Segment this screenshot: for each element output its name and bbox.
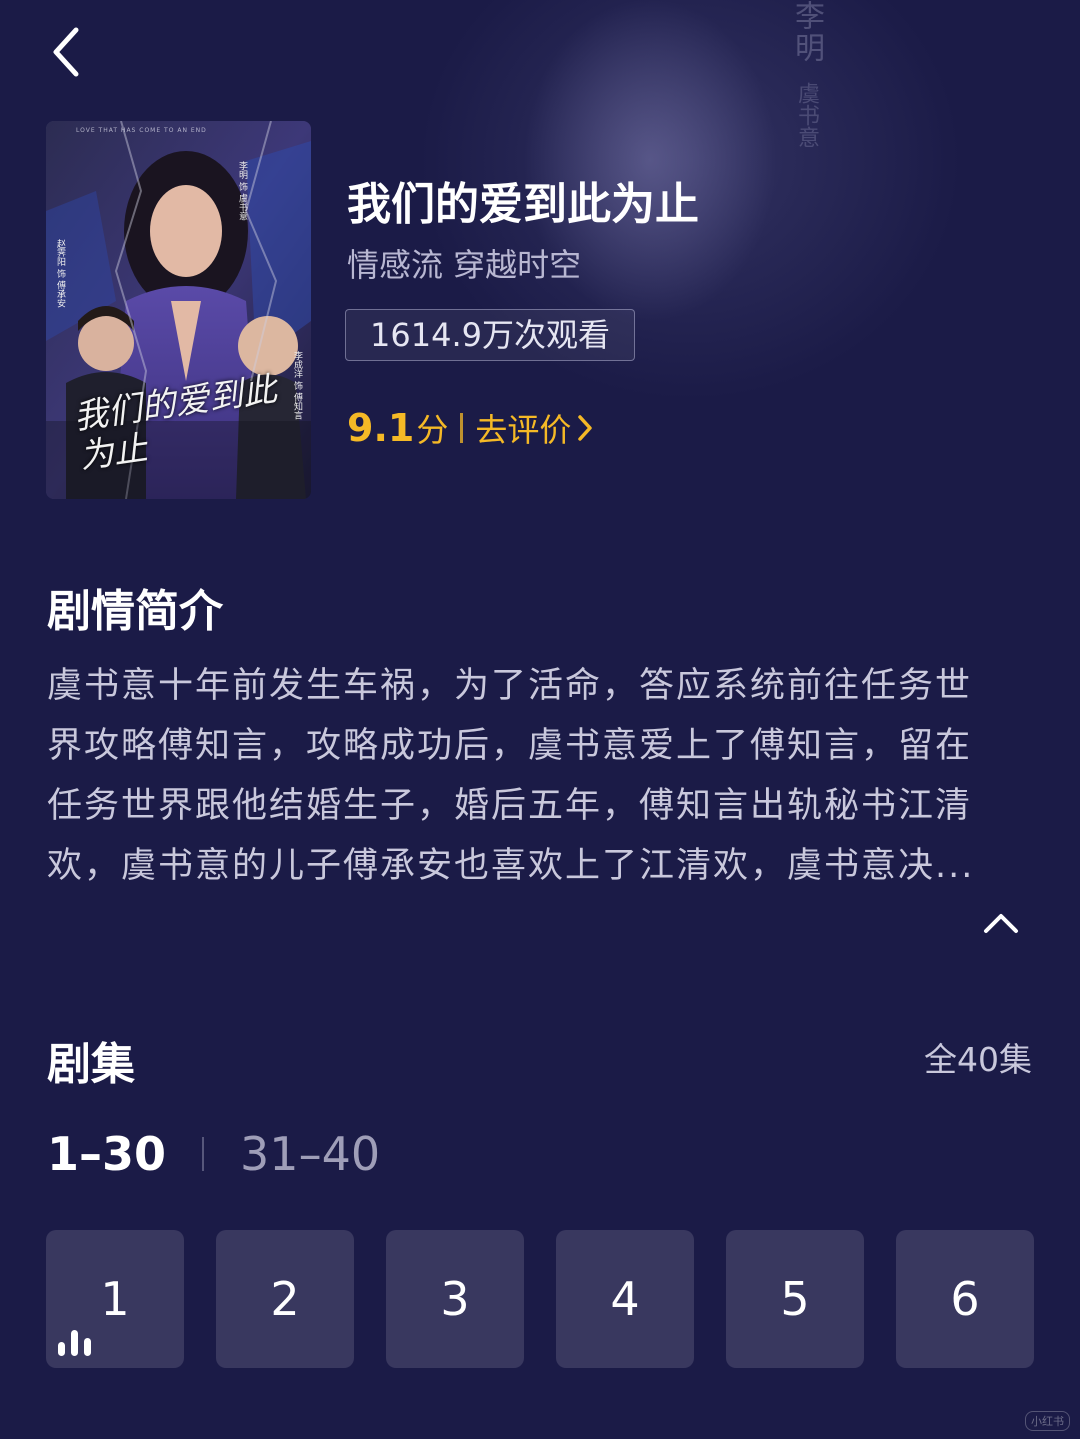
rate-button[interactable]: 去评价 [475,405,593,451]
episode-number: 5 [780,1272,810,1326]
watermark: 小红书 [1025,1411,1070,1431]
range-tab-31-40[interactable]: 31–40 [240,1127,380,1181]
chevron-up-icon [984,914,1018,933]
episode-button-1[interactable]: 1 [46,1230,184,1368]
view-count-badge: 1614.9万次观看 [345,309,635,361]
episode-button-2[interactable]: 2 [216,1230,354,1368]
range-tab-1-30[interactable]: 1–30 [47,1127,166,1181]
chevron-right-icon [578,415,593,441]
background-vertical-text-2: 虞书意 [794,82,819,148]
background-vertical-text: 李明 [789,0,824,64]
poster-top-credits: LOVE THAT HAS COME TO AN END [76,127,207,134]
episode-number: 6 [950,1272,980,1326]
episode-button-6[interactable]: 6 [896,1230,1034,1368]
drama-title: 我们的爱到此为止 [347,179,699,230]
rating-score: 9.1 [347,406,415,450]
synopsis-text[interactable]: 虞书意十年前发生车祸，为了活命，答应系统前往任务世界攻略傅知言，攻略成功后，虞书… [47,656,1007,896]
episode-range-tabs: 1–30 31–40 [47,1122,380,1186]
synopsis-heading: 剧情简介 [47,586,223,637]
chevron-left-icon [53,27,79,77]
episode-grid: 1 2 3 4 5 6 [46,1230,1034,1368]
episodes-heading: 剧集 [47,1039,135,1090]
poster-cast-label: 李成洋 饰 傅知言 [292,351,302,420]
poster-cast-label: 赵霁阳 饰 傅承安 [55,239,65,308]
poster-cast-label: 李明 饰 虞书意 [237,161,247,221]
drama-poster[interactable]: 我们的爱到此为止 LOVE THAT HAS COME TO AN END 李明… [46,121,311,499]
episode-button-4[interactable]: 4 [556,1230,694,1368]
episode-number: 2 [270,1272,300,1326]
total-episodes[interactable]: 全40集 [924,1033,1032,1081]
episode-number: 3 [440,1272,470,1326]
now-playing-icon [58,1330,91,1356]
range-divider [202,1137,205,1171]
genre-tags: 情感流 穿越时空 [347,246,582,284]
rate-label: 去评价 [475,411,572,449]
episode-button-3[interactable]: 3 [386,1230,524,1368]
collapse-synopsis-button[interactable] [976,898,1026,948]
rating-unit: 分 [416,411,449,449]
episode-number: 4 [610,1272,640,1326]
episode-number: 1 [100,1272,130,1326]
back-button[interactable] [36,22,96,82]
rating-row: 9.1 分 去评价 [347,402,593,454]
rating-divider [460,413,464,443]
episode-button-5[interactable]: 5 [726,1230,864,1368]
